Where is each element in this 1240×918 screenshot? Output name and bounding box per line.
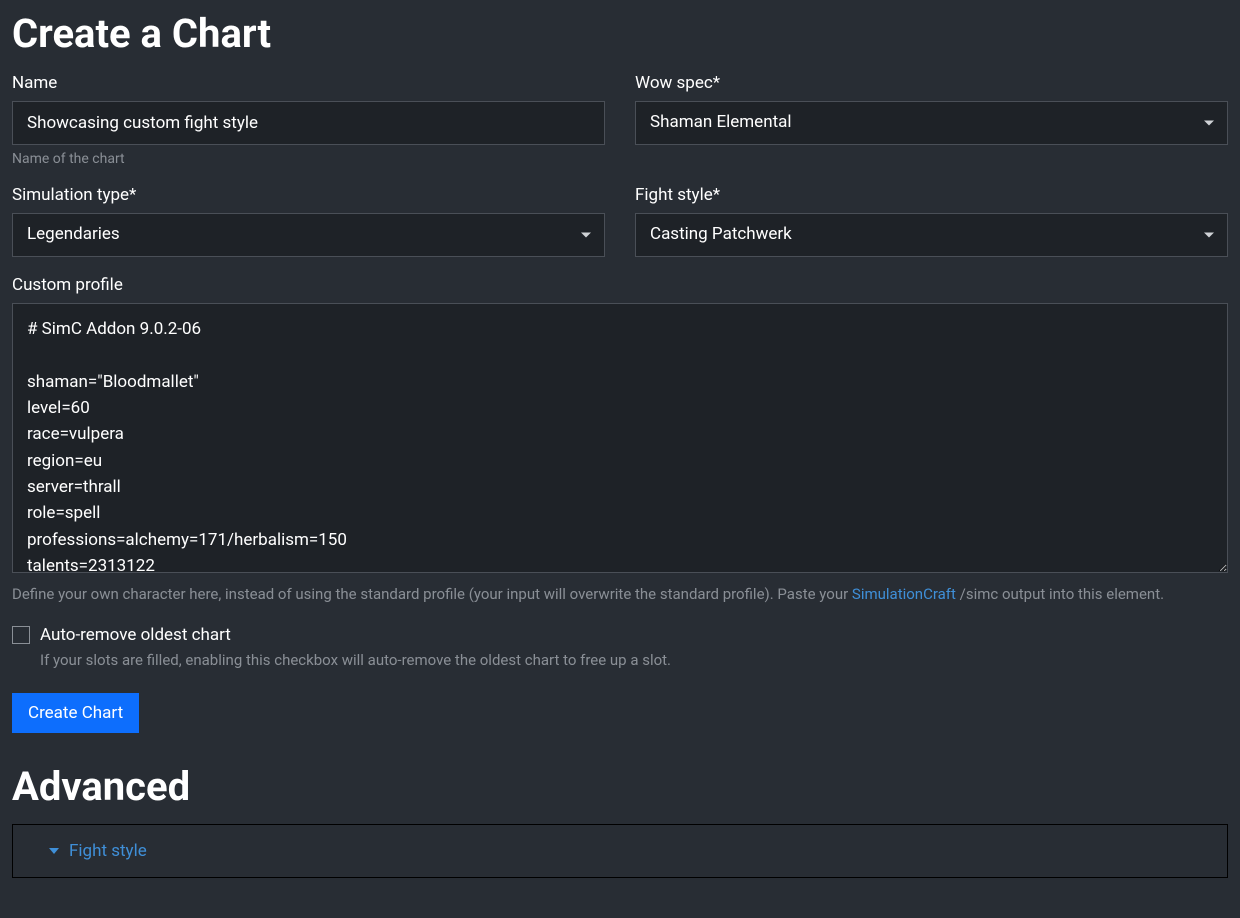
fight-style-select[interactable]: Casting Patchwerk [635,213,1228,257]
name-helper: Name of the chart [12,151,605,167]
chevron-down-icon [49,848,59,854]
page-title: Create a Chart [12,10,1228,57]
auto-remove-label[interactable]: Auto-remove oldest chart [40,625,231,645]
fight-style-label: Fight style* [635,185,1228,205]
accordion-item-label: Fight style [69,841,147,861]
name-input[interactable] [12,101,605,145]
wow-spec-select[interactable]: Shaman Elemental [635,101,1228,145]
wow-spec-label: Wow spec* [635,73,1228,93]
custom-profile-textarea[interactable] [12,303,1228,573]
advanced-title: Advanced [12,763,1228,810]
simulationcraft-link[interactable]: SimulationCraft [852,585,956,603]
accordion-item-fight-style[interactable]: Fight style [13,825,1227,877]
create-chart-button[interactable]: Create Chart [12,693,139,733]
simulation-type-label: Simulation type* [12,185,605,205]
name-label: Name [12,73,605,93]
advanced-accordion: Fight style [12,824,1228,878]
custom-profile-label: Custom profile [12,275,1228,295]
helper-text-after: /simc output into this element. [956,585,1164,603]
simulation-type-select[interactable]: Legendaries [12,213,605,257]
custom-profile-helper: Define your own character here, instead … [12,585,1228,603]
helper-text-before: Define your own character here, instead … [12,585,852,603]
auto-remove-helper: If your slots are filled, enabling this … [40,651,1228,669]
auto-remove-checkbox[interactable] [12,626,30,644]
